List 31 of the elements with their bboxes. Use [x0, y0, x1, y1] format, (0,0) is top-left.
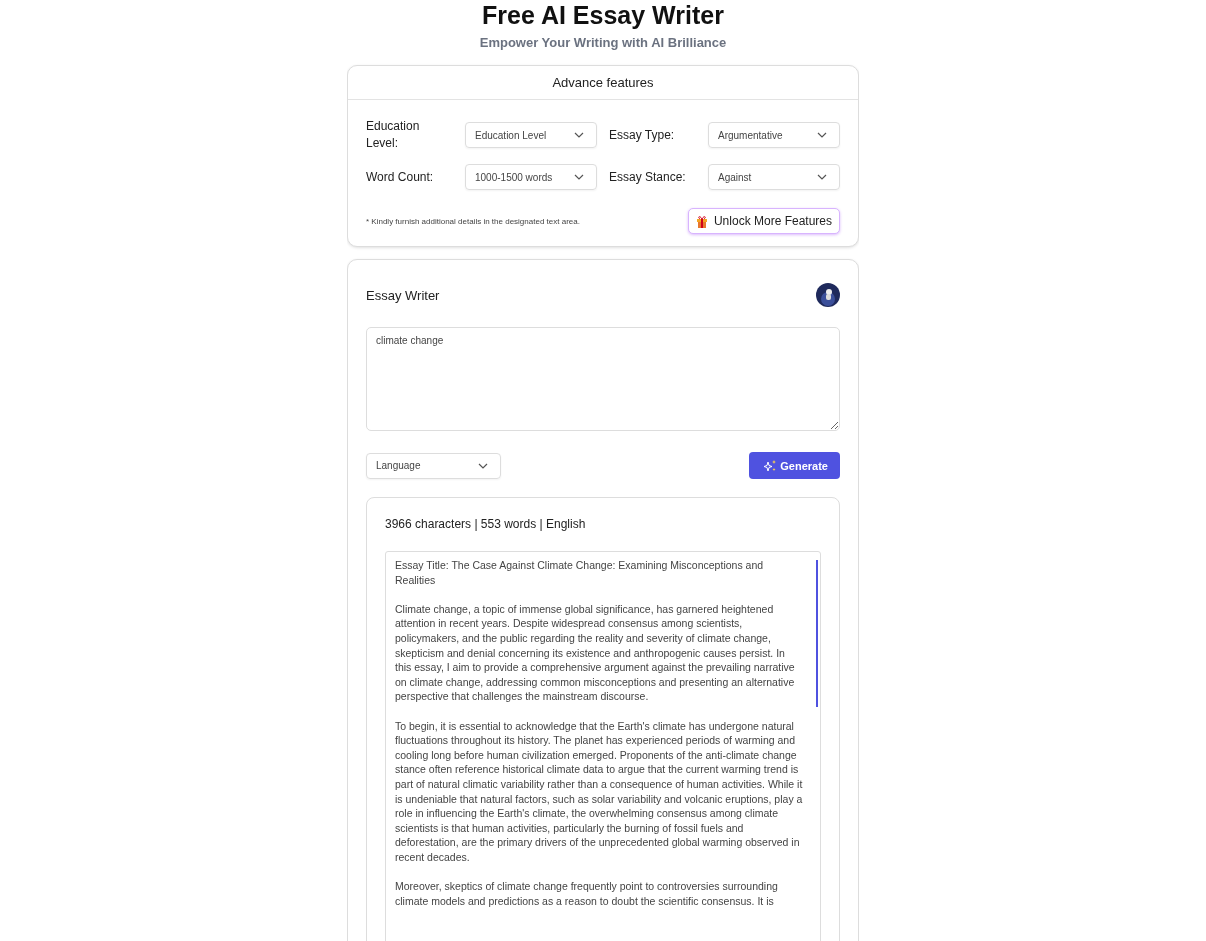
dropdown[interactable]: Argumentative — [708, 122, 840, 148]
field-label: Essay Type: — [609, 126, 676, 144]
essay-paragraph: Essay Title: The Case Against Climate Change: Examining Misconceptions and Realities — [395, 558, 765, 588]
dropdown[interactable]: Against — [708, 164, 840, 190]
language-dropdown[interactable]: Language — [366, 452, 501, 479]
avatar-icon — [816, 283, 840, 307]
scrollbar[interactable] — [816, 560, 818, 707]
topic-input[interactable]: climate change — [366, 327, 840, 431]
field-label: Word Count: — [366, 168, 435, 186]
unlock-button[interactable]: Unlock More Features — [687, 208, 840, 234]
chevron-down-icon — [817, 174, 827, 180]
dropdown[interactable]: 1000-1500 words — [465, 164, 597, 190]
essay-paragraph: Climate change, a topic of immense global significance, has garnered heightened attention in recent years. Despite widespread consensus among scientists, policymakers, and the public regarding the reality and severity of climate change, skepticism and denial concerning its existence and anthropogenic causes persist. In this essay, I aim to provide a comprehensive argument against the prevailing narrative on climate change, addressing common misconceptions and presenting an alternative perspective that challenges the mainstream discourse. — [395, 601, 796, 704]
gift-icon — [695, 214, 708, 228]
hint-note: * Kindly furnish additional details in the designated text area. — [366, 216, 580, 226]
page-subtitle: Empower Your Writing with AI Brilliance — [478, 35, 728, 50]
chevron-down-icon — [574, 174, 584, 180]
essay-paragraph: To begin, it is essential to acknowledge that the Earth's climate has undergone natural fluctuations throughout its history. The planet has experienced periods of warming and cooling long before human civilization emerged. Proponents of the anti-climate change stance often reference historical climate data to argue that the current warming trend is part of natural climatic variability rather than a consequence of human activities. While it is undeniable that natural factors, such as solar variability and volcanic eruptions, play a role in influencing the Earth's climate, the overwhelming consensus among climate scientists is that human activities, particularly the burning of fossil fuels and deforestation, are the primary drivers of the unprecedented global warming observed in recent decades. — [395, 718, 804, 865]
essay-stats: 3966 characters | 553 words | English — [385, 516, 587, 533]
field-label: Essay Stance: — [609, 168, 687, 186]
writer-title: Essay Writer — [366, 287, 440, 303]
chevron-down-icon — [817, 132, 827, 138]
sparkle-icon — [763, 458, 778, 473]
field-label: Education Level: — [366, 118, 421, 152]
dropdown[interactable]: Education Level — [465, 122, 597, 148]
chevron-down-icon — [478, 462, 488, 469]
chevron-down-icon — [574, 132, 584, 138]
page-title: Free AI Essay Writer — [481, 0, 725, 30]
essay-paragraph: Moreover, skeptics of climate change frequently point to controversies surrounding climate models and predictions as a reason to doubt the scientific consensus. It is — [395, 879, 779, 909]
generate-button[interactable]: Generate — [749, 452, 840, 479]
features-heading: Advance features — [348, 66, 858, 100]
